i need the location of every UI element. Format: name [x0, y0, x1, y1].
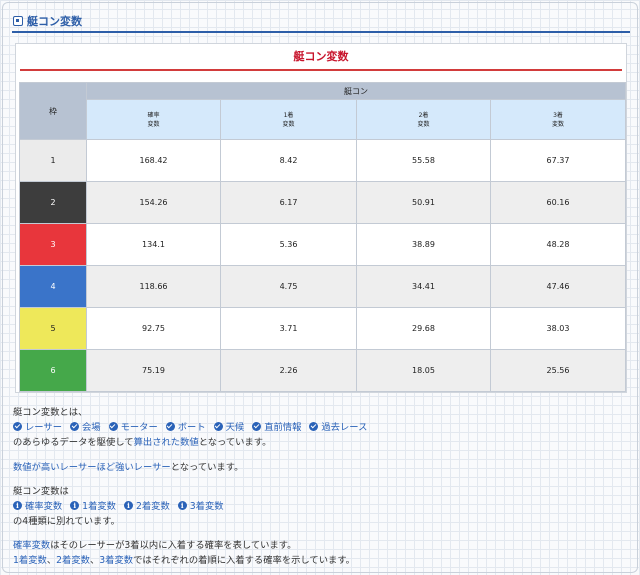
highlight-third: 3着変数 — [99, 555, 134, 566]
probability-value: 75.19 — [86, 349, 221, 392]
second-place-value: 38.89 — [356, 223, 491, 266]
factor-boat: ボート — [165, 419, 206, 433]
probability-value: 118.66 — [86, 265, 221, 308]
check-circle-icon — [309, 421, 319, 431]
content-frame: 艇コン変数 艇コン変数 枠 艇コン 確率 変数 1着 変数 2着 変数 3着 変… — [2, 2, 638, 573]
kind-probability: i 確率変数 — [13, 498, 62, 512]
group-header: 艇コン — [86, 82, 626, 100]
factor-list: レーサー 会場 モーター ボート 天候 直前情報 過去レース — [13, 419, 372, 434]
table-row: 6 75.19 2.26 18.05 25.56 — [19, 349, 626, 392]
check-circle-icon — [13, 421, 22, 431]
second-place-value: 18.05 — [356, 349, 491, 392]
second-place-value: 55.58 — [356, 139, 491, 182]
description-kinds-intro: 艇コン変数は — [13, 486, 69, 497]
table-row: 3 134.1 5.36 38.89 48.28 — [19, 223, 626, 266]
first-place-value: 3.71 — [220, 307, 357, 350]
first-place-value: 2.26 — [220, 349, 357, 392]
frame-header: 枠 — [19, 82, 87, 140]
description-placement: 1着変数、2着変数、3着変数ではそれぞれの着順に入着する確率を示しています。 — [13, 555, 355, 566]
kind-list: i 確率変数 i 1着変数 i 2着変数 i 3着変数 — [13, 498, 229, 512]
highlight-strength: 数値が高いレーサーほど強いレーサー — [13, 462, 171, 473]
factor-venue: 会場 — [69, 419, 101, 433]
third-place-value: 38.03 — [490, 307, 626, 350]
check-circle-icon — [69, 421, 79, 431]
frame-number-cell: 4 — [19, 265, 87, 308]
description-intro: 艇コン変数とは、 — [13, 407, 88, 418]
description-line-strength: 数値が高いレーサーほど強いレーサーとなっています。 — [13, 462, 244, 473]
first-place-value: 6.17 — [220, 181, 357, 224]
second-place-value: 34.41 — [356, 265, 491, 308]
highlight-calculated-value: 算出された数値 — [133, 437, 199, 448]
probability-value: 134.1 — [86, 223, 221, 266]
first-place-value: 4.75 — [220, 265, 357, 308]
check-circle-icon — [108, 421, 118, 431]
table-row: 4 118.66 4.75 34.41 47.46 — [19, 265, 626, 308]
frame-number-cell: 2 — [19, 181, 87, 224]
second-place-value: 29.68 — [356, 307, 491, 350]
panel-title: 艇コン変数 — [16, 44, 626, 70]
column-header-probability: 確率 変数 — [86, 99, 221, 140]
variables-table: 枠 艇コン 確率 変数 1着 変数 2着 変数 3着 変数 1 168.42 8.42 … — [19, 82, 626, 392]
factor-racer: レーサー — [13, 419, 62, 433]
table-row: 1 168.42 8.42 55.58 67.37 — [19, 139, 626, 182]
description-line-data: のあらゆるデータを駆使して算出された数値となっています。 — [13, 437, 272, 448]
kind-first: i 1着変数 — [70, 498, 116, 512]
factor-motor: モーター — [108, 419, 158, 433]
first-place-value: 5.36 — [220, 223, 357, 266]
factor-past-races: 過去レース — [309, 419, 367, 433]
column-header-first: 1着 変数 — [220, 99, 357, 140]
second-place-value: 50.91 — [356, 181, 491, 224]
highlight-probability: 確率変数 — [13, 540, 51, 551]
third-place-value: 47.46 — [490, 265, 626, 308]
description-kinds-count: の4種類に別れています。 — [13, 516, 120, 527]
info-icon: i — [70, 500, 80, 510]
table-row: 2 154.26 6.17 50.91 60.16 — [19, 181, 626, 224]
probability-value: 154.26 — [86, 181, 221, 224]
square-bullet-icon — [13, 16, 23, 26]
check-circle-icon — [213, 421, 223, 431]
highlight-first: 1着変数 — [13, 555, 47, 566]
kind-second: i 2着変数 — [123, 498, 170, 512]
third-place-value: 60.16 — [490, 181, 626, 224]
third-place-value: 48.28 — [490, 223, 626, 266]
check-circle-icon — [252, 421, 262, 431]
third-place-value: 25.56 — [490, 349, 626, 392]
section-title: 艇コン変数 — [27, 15, 82, 28]
probability-value: 168.42 — [86, 139, 221, 182]
description-probability: 確率変数はそのレーサーが3着以内に入着する確率を表しています。 — [13, 540, 297, 551]
section-header: 艇コン変数 — [12, 13, 630, 33]
table-row: 5 92.75 3.71 29.68 38.03 — [19, 307, 626, 350]
kind-third: i 3着変数 — [177, 498, 224, 512]
info-icon: i — [123, 500, 133, 510]
first-place-value: 8.42 — [220, 139, 357, 182]
check-circle-icon — [165, 421, 175, 431]
frame-number-cell: 5 — [19, 307, 87, 350]
info-icon: i — [13, 500, 22, 510]
probability-value: 92.75 — [86, 307, 221, 350]
factor-weather: 天候 — [213, 419, 244, 433]
column-header-third: 3着 変数 — [490, 99, 626, 140]
column-header-second: 2着 変数 — [356, 99, 491, 140]
variables-panel: 艇コン変数 枠 艇コン 確率 変数 1着 変数 2着 変数 3着 変数 1 16… — [15, 43, 627, 393]
panel-title-underline — [20, 69, 622, 71]
highlight-second: 2着変数 — [56, 555, 90, 566]
info-icon: i — [177, 500, 187, 510]
factor-pre-race-info: 直前情報 — [252, 419, 301, 433]
frame-number-cell: 1 — [19, 139, 87, 182]
frame-number-cell: 3 — [19, 223, 87, 266]
third-place-value: 67.37 — [490, 139, 626, 182]
frame-number-cell: 6 — [19, 349, 87, 392]
